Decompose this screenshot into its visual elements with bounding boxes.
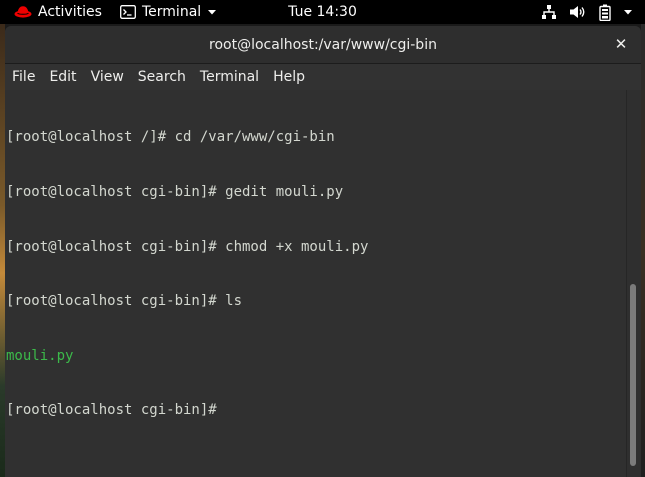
terminal-line: [root@localhost cgi-bin]# gedit mouli.py [6, 184, 344, 200]
ls-output-executable-file: mouli.py [6, 347, 74, 364]
menu-search[interactable]: Search [131, 64, 193, 90]
terminal-output-area[interactable]: [root@localhost /]# cd /var/www/cgi-bin … [5, 90, 641, 477]
menu-help[interactable]: Help [266, 64, 312, 90]
app-menu-terminal[interactable]: Terminal [120, 0, 217, 24]
terminal-window: root@localhost:/var/www/cgi-bin ✕ File E… [5, 26, 641, 477]
terminal-prompt-line: [root@localhost cgi-bin]# [6, 402, 217, 419]
close-icon: ✕ [614, 35, 628, 53]
terminal-app-icon [120, 5, 136, 19]
battery-icon [599, 4, 611, 21]
menu-edit[interactable]: Edit [42, 64, 83, 90]
system-status-menu[interactable] [541, 0, 633, 24]
clock-label[interactable]: Tue 14:30 [288, 4, 357, 20]
terminal-line: [root@localhost cgi-bin]# chmod +x mouli… [6, 238, 369, 255]
desktop-wallpaper-right [641, 24, 645, 477]
chevron-down-icon [207, 8, 217, 16]
top-bar: Activities Terminal Tue 14:30 [0, 0, 645, 24]
volume-icon [569, 4, 587, 20]
window-title: root@localhost:/var/www/cgi-bin [209, 36, 437, 53]
terminal-text: [root@localhost /]# cd /var/www/cgi-bin … [6, 92, 368, 456]
scrollbar-thumb[interactable] [630, 284, 636, 466]
network-icon [541, 4, 557, 20]
menu-file[interactable]: File [5, 64, 42, 90]
activities-label: Activities [38, 4, 102, 20]
redhat-logo-icon [14, 5, 32, 19]
menu-bar: File Edit View Search Terminal Help [5, 64, 641, 90]
activities-button[interactable]: Activities [14, 0, 102, 24]
window-titlebar[interactable]: root@localhost:/var/www/cgi-bin ✕ [5, 26, 641, 64]
chevron-down-icon [623, 8, 633, 16]
menu-terminal[interactable]: Terminal [193, 64, 266, 90]
menu-view[interactable]: View [84, 64, 131, 90]
app-menu-label: Terminal [142, 4, 202, 20]
terminal-line: [root@localhost /]# cd /var/www/cgi-bin [6, 129, 335, 146]
terminal-line: [root@localhost cgi-bin]# ls [6, 293, 243, 310]
close-button[interactable]: ✕ [611, 34, 631, 54]
